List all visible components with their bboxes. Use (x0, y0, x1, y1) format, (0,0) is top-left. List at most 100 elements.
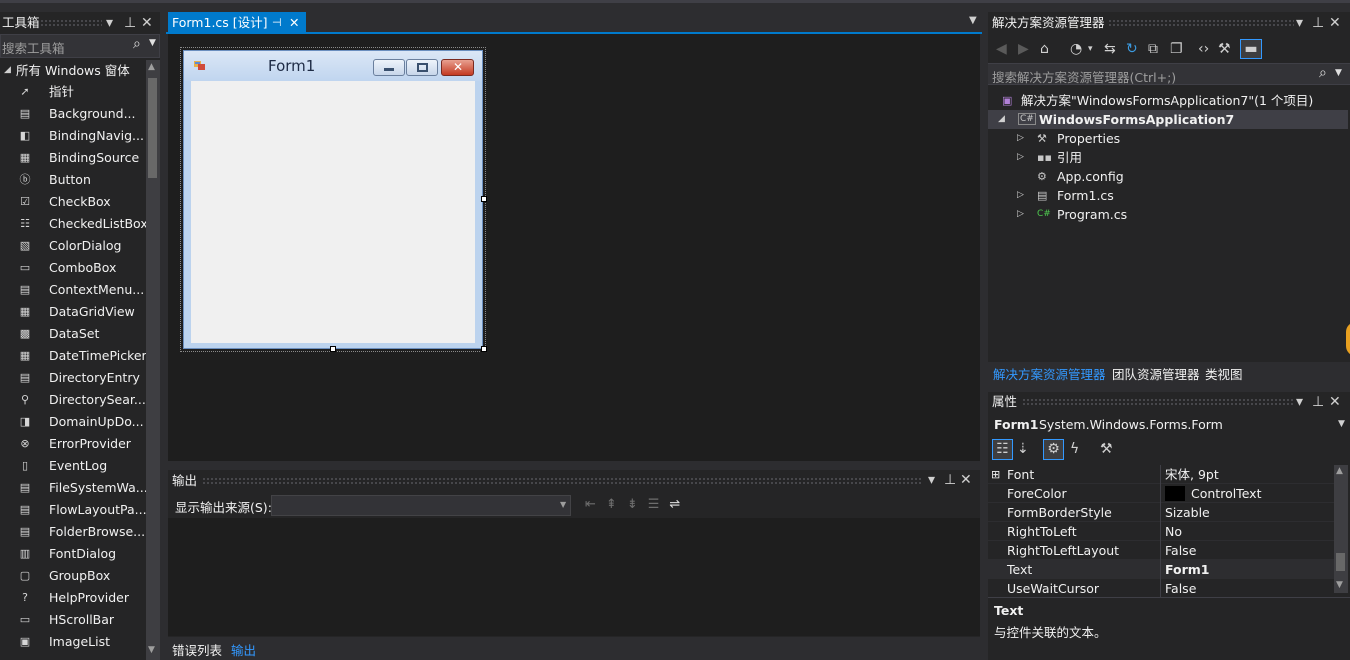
close-icon[interactable]: ✕ (1329, 391, 1341, 413)
property-row[interactable]: FormBorderStyle Sizable (988, 503, 1334, 522)
tree-solution-node[interactable]: ▣ 解决方案"WindowsFormsApplication7"(1 个项目) (1002, 91, 1342, 110)
toolbox-item[interactable]: ☑ CheckBox (0, 191, 146, 213)
word-wrap-icon[interactable]: ⇌ (669, 497, 690, 512)
pin-icon[interactable]: ⊥ (944, 469, 956, 491)
toolbox-item[interactable]: ? HelpProvider (0, 587, 146, 609)
tab-class-view[interactable]: 类视图 (1205, 364, 1243, 383)
expand-arrow-icon[interactable]: ▷ (1017, 205, 1024, 224)
close-icon[interactable]: ✕ (141, 12, 153, 34)
alphabetical-icon[interactable]: ⇣ (1017, 438, 1029, 460)
pin-icon[interactable]: ⊥ (124, 12, 136, 34)
toolbox-grip[interactable] (40, 19, 102, 27)
toolbox-item[interactable]: ▧ ColorDialog (0, 235, 146, 257)
output-source-select[interactable]: ▼ (271, 495, 571, 516)
tab-solution-explorer[interactable]: 解决方案资源管理器 (993, 364, 1106, 383)
chevron-down-icon[interactable]: ▼ (560, 500, 566, 509)
properties-view-icon[interactable]: ⚙ (1043, 439, 1064, 460)
dropdown-icon[interactable]: ▾ (928, 469, 935, 491)
tab-team-explorer[interactable]: 团队资源管理器 (1112, 364, 1200, 383)
property-row[interactable]: Text Form1 (988, 560, 1334, 579)
form-client-area[interactable] (191, 81, 475, 343)
toolbox-item[interactable]: ▣ ImageList (0, 631, 146, 653)
property-value[interactable]: 宋体, 9pt (1165, 465, 1219, 484)
dropdown-icon[interactable]: ▾ (1296, 391, 1303, 413)
form1-window[interactable]: Form1 ✕ (183, 50, 483, 349)
chevron-down-icon[interactable]: ▼ (149, 38, 156, 48)
tree-node[interactable]: ▷ C# Program.cs (988, 205, 1348, 224)
search-icon[interactable]: ⌕ (1319, 65, 1327, 81)
property-pages-icon[interactable]: ⚒ (1100, 438, 1113, 460)
toolbox-item[interactable]: ▥ FontDialog (0, 543, 146, 565)
pin-icon[interactable]: ⊣ (272, 12, 282, 34)
home-icon[interactable]: ⌂ (1040, 38, 1049, 60)
notification-badge[interactable] (1346, 322, 1350, 356)
tab-output[interactable]: 输出 (231, 640, 256, 659)
toolbox-search-input[interactable]: 搜索工具箱 (2, 38, 65, 57)
forward-icon[interactable]: ▶ (1018, 38, 1029, 60)
toolbox-item[interactable]: ▤ FlowLayoutPa... (0, 499, 146, 521)
property-value[interactable]: Form1 (1165, 560, 1210, 579)
property-value[interactable]: False (1165, 579, 1196, 598)
properties-scrollbar[interactable] (1334, 465, 1348, 593)
dropdown-icon[interactable]: ▾ (1296, 12, 1303, 34)
expand-arrow-icon[interactable]: ▷ (1017, 186, 1024, 205)
property-row[interactable]: ForeColor ControlText (988, 484, 1334, 503)
tab-error-list[interactable]: 错误列表 (172, 640, 222, 659)
events-icon[interactable]: ϟ (1070, 438, 1079, 460)
toolbox-item[interactable]: ➚ 指针 (0, 81, 146, 103)
chevron-down-icon[interactable]: ▼ (1335, 68, 1342, 78)
maximize-button[interactable] (406, 59, 438, 76)
sync-icon[interactable]: ⇆ (1104, 38, 1116, 60)
property-row[interactable]: RightToLeftLayout False (988, 541, 1334, 560)
property-row[interactable]: UseWaitCursor False (988, 579, 1334, 598)
close-icon[interactable]: ✕ (1329, 12, 1341, 34)
clear-all-icon[interactable]: ☰ (648, 497, 670, 512)
solution-explorer-grip[interactable] (1108, 19, 1294, 27)
properties-scroll-thumb[interactable] (1336, 553, 1345, 571)
solution-search-input[interactable]: 搜索解决方案资源管理器(Ctrl+;) (992, 67, 1176, 86)
tab-list-dropdown-icon[interactable]: ▼ (969, 15, 977, 26)
resize-handle-corner[interactable] (481, 346, 487, 352)
refresh-icon[interactable]: ↻ (1126, 38, 1138, 60)
toolbox-item[interactable]: ◨ DomainUpDo... (0, 411, 146, 433)
tree-node[interactable]: ▷ ▪▪ 引用 (988, 148, 1348, 167)
chevron-down-icon[interactable]: ▾ (1088, 38, 1093, 60)
tree-node[interactable]: ▷ ⚒ Properties (988, 129, 1348, 148)
form-title-bar[interactable]: Form1 ✕ (184, 51, 482, 81)
next-message-icon[interactable]: ⇟ (627, 497, 648, 512)
dropdown-icon[interactable]: ▾ (106, 12, 113, 34)
toolbox-item[interactable]: ☷ CheckedListBox (0, 213, 146, 235)
collapse-all-icon[interactable]: ⧉ (1148, 38, 1158, 60)
close-tab-icon[interactable]: ✕ (289, 12, 299, 34)
toolbox-group-header[interactable]: ◢ 所有 Windows 窗体 (0, 60, 146, 81)
tree-node[interactable]: ⚙ App.config (988, 167, 1348, 186)
view-code-icon[interactable]: ‹› (1198, 38, 1209, 60)
toolbox-item[interactable]: ⊗ ErrorProvider (0, 433, 146, 455)
toolbox-item[interactable]: ▤ Background... (0, 103, 146, 125)
back-icon[interactable]: ◀ (996, 38, 1007, 60)
property-row[interactable]: RightToLeft No (988, 522, 1334, 541)
categorized-icon[interactable]: ☷ (992, 439, 1013, 460)
toolbox-item[interactable]: ▯ EventLog (0, 455, 146, 477)
close-button[interactable]: ✕ (441, 59, 474, 76)
scroll-down-icon[interactable]: ▼ (148, 645, 155, 655)
prev-message-icon[interactable]: ⇞ (606, 497, 627, 512)
toolbox-search-box[interactable]: 搜索工具箱 ⌕ ▼ (0, 34, 160, 58)
expand-icon[interactable]: ⊞ (991, 465, 1000, 484)
pin-icon[interactable]: ⊥ (1312, 391, 1324, 413)
pin-icon[interactable]: ⊥ (1312, 12, 1324, 34)
property-value[interactable]: No (1165, 522, 1182, 541)
search-icon[interactable]: ⌕ (133, 36, 141, 52)
property-value[interactable]: ControlText (1191, 484, 1261, 503)
toolbox-item[interactable]: ◧ BindingNavig... (0, 125, 146, 147)
pending-changes-icon[interactable]: ◔ (1070, 38, 1082, 60)
object-selector[interactable]: Form1 System.Windows.Forms.Form ▼ (988, 414, 1350, 435)
expand-arrow-icon[interactable]: ▷ (1017, 148, 1024, 167)
toolbox-item[interactable]: ▤ DirectoryEntry (0, 367, 146, 389)
toolbox-item[interactable]: ▢ GroupBox (0, 565, 146, 587)
property-value[interactable]: Sizable (1165, 503, 1210, 522)
resize-handle-bottom[interactable] (330, 346, 336, 352)
collapse-arrow-icon[interactable]: ◢ (4, 60, 11, 81)
scroll-up-icon[interactable]: ▲ (148, 62, 155, 72)
toolbox-item[interactable]: ▭ HScrollBar (0, 609, 146, 631)
